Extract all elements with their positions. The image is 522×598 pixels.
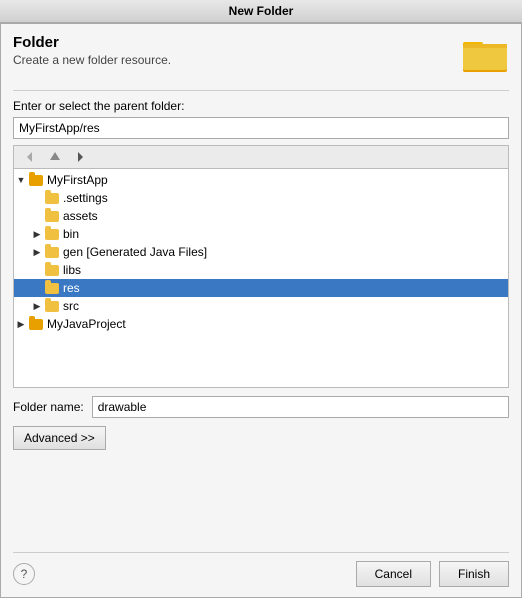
expand-gen[interactable]: ▶ <box>30 245 44 259</box>
dialog-footer: ? Cancel Finish <box>13 552 509 587</box>
tree-label-settings: .settings <box>63 191 108 205</box>
advanced-button[interactable]: Advanced >> <box>13 426 106 450</box>
tree-item-src[interactable]: ▶ src <box>14 297 508 315</box>
folder-name-label: Folder name: <box>13 400 84 414</box>
dialog-title: Folder <box>13 34 171 51</box>
folder-icon-libs <box>44 262 60 278</box>
parent-folder-label: Enter or select the parent folder: <box>13 99 509 113</box>
tree-item-myjavaproject[interactable]: ▶ MyJavaProject <box>14 315 508 333</box>
tree-label-bin: bin <box>63 227 79 241</box>
tree-item-myfirstapp[interactable]: ▼ MyFirstApp <box>14 171 508 189</box>
tree-label-res: res <box>63 281 80 295</box>
folder-tree[interactable]: ▼ MyFirstApp .settings assets <box>13 168 509 388</box>
bottom-section: Folder name: Advanced >> <box>13 396 509 460</box>
tree-label-assets: assets <box>63 209 98 223</box>
folder-icon-large <box>461 34 509 74</box>
dialog-subtitle: Create a new folder resource. <box>13 53 171 67</box>
header-divider <box>13 90 509 91</box>
tree-item-gen[interactable]: ▶ gen [Generated Java Files] <box>14 243 508 261</box>
tree-forward-button[interactable] <box>70 148 92 166</box>
folder-icon-settings <box>44 190 60 206</box>
tree-nav-up-button[interactable] <box>44 148 66 166</box>
project-icon-myfirstapp <box>28 172 44 188</box>
tree-label-src: src <box>63 299 79 313</box>
folder-icon-src <box>44 298 60 314</box>
tree-item-assets[interactable]: assets <box>14 207 508 225</box>
tree-item-settings[interactable]: .settings <box>14 189 508 207</box>
folder-name-input[interactable] <box>92 396 509 418</box>
expand-src[interactable]: ▶ <box>30 299 44 313</box>
tree-label-libs: libs <box>63 263 81 277</box>
finish-button[interactable]: Finish <box>439 561 509 587</box>
tree-toolbar <box>13 145 509 168</box>
folder-icon-bin <box>44 226 60 242</box>
expand-myjavaproject[interactable]: ▶ <box>14 317 28 331</box>
tree-label-gen: gen [Generated Java Files] <box>63 245 207 259</box>
folder-icon-assets <box>44 208 60 224</box>
expand-myfirstapp[interactable]: ▼ <box>14 173 28 187</box>
tree-item-libs[interactable]: libs <box>14 261 508 279</box>
tree-label-myjavaproject: MyJavaProject <box>47 317 126 331</box>
folder-icon-gen <box>44 244 60 260</box>
cancel-button[interactable]: Cancel <box>356 561 431 587</box>
folder-icon-res <box>44 280 60 296</box>
dialog-title-bar: New Folder <box>229 4 294 18</box>
project-icon-myjavaproject <box>28 316 44 332</box>
footer-buttons: Cancel Finish <box>356 561 509 587</box>
tree-back-button[interactable] <box>18 148 40 166</box>
help-button[interactable]: ? <box>13 563 35 585</box>
tree-label-myfirstapp: MyFirstApp <box>47 173 108 187</box>
tree-item-res[interactable]: res <box>14 279 508 297</box>
parent-folder-input[interactable] <box>13 117 509 139</box>
tree-item-bin[interactable]: ▶ bin <box>14 225 508 243</box>
expand-bin[interactable]: ▶ <box>30 227 44 241</box>
